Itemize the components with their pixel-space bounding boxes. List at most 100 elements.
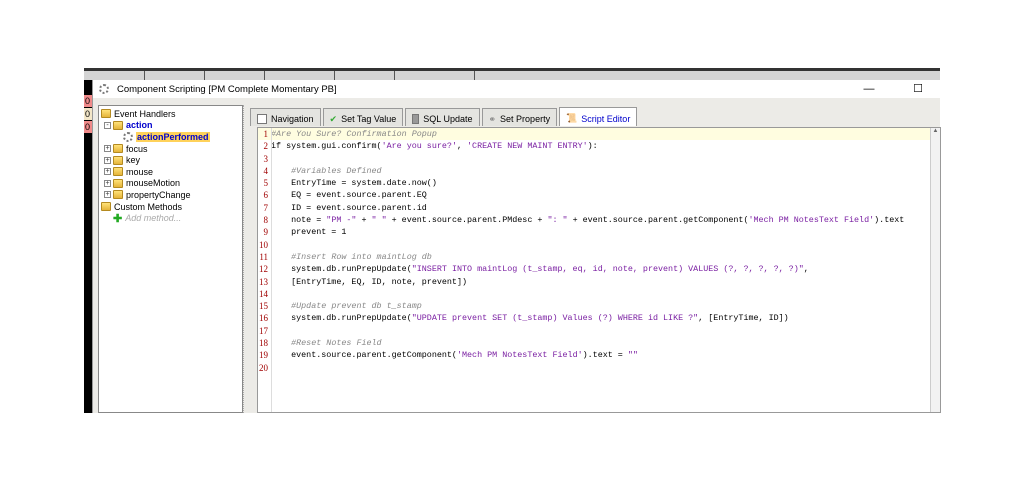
code-line[interactable]: 11 #Insert Row into maintLog db xyxy=(258,251,940,263)
code-text: #Update prevent db t_stamp xyxy=(291,301,422,312)
line-number: 5 xyxy=(263,178,269,189)
code-text: system.db.runPrepUpdate("INSERT INTO mai… xyxy=(271,264,809,275)
code-line[interactable]: 14 xyxy=(258,288,940,300)
code-line[interactable]: 13 [EntryTime, EQ, ID, note, prevent]) xyxy=(258,276,940,288)
line-number: 1 xyxy=(263,129,269,139)
code-line[interactable]: 20 xyxy=(258,362,940,374)
line-number: 12 xyxy=(259,264,268,275)
expand-icon[interactable]: + xyxy=(104,191,111,199)
folder-gear-icon xyxy=(113,155,123,165)
code-text: #Are You Sure? Confirmation Popup xyxy=(271,129,437,139)
code-line[interactable]: 8 note = "PM -" + " " + event.source.par… xyxy=(258,214,940,226)
line-number: 11 xyxy=(259,251,268,262)
action-tabs: Navigation ✔ Set Tag Value SQL Update ⚭ Se… xyxy=(250,107,639,126)
code-text: EQ = event.source.parent.EQ xyxy=(271,190,427,201)
folder-gear-icon xyxy=(113,190,123,200)
code-line[interactable]: 12 system.db.runPrepUpdate("INSERT INTO … xyxy=(258,263,940,275)
code-line[interactable]: 17 xyxy=(258,325,940,337)
line-number: 18 xyxy=(259,338,268,349)
tree-label: propertyChange xyxy=(126,189,191,200)
maximize-button[interactable]: ☐ xyxy=(908,82,928,96)
window-icon xyxy=(257,114,267,124)
code-text: #Insert Row into maintLog db xyxy=(291,251,432,262)
code-text: [EntryTime, EQ, ID, note, prevent]) xyxy=(271,276,468,287)
code-line[interactable]: 5 EntryTime = system.date.now() xyxy=(258,177,940,189)
line-number: 15 xyxy=(259,301,268,312)
vertical-scrollbar[interactable]: ▲ xyxy=(930,128,940,412)
code-line[interactable]: 1 #Are You Sure? Confirmation Popup xyxy=(258,128,940,141)
line-number: 20 xyxy=(259,362,268,373)
script-icon: 📜 xyxy=(566,113,578,123)
code-area[interactable]: 1 #Are You Sure? Confirmation Popup 2 if sy… xyxy=(258,128,940,374)
gear-icon xyxy=(99,84,109,94)
tree-add-method[interactable]: ✚ Add method... xyxy=(101,212,242,225)
code-text: note = "PM -" + " " + event.source.paren… xyxy=(271,215,905,226)
code-text: prevent = 1 xyxy=(271,227,347,238)
script-editor[interactable]: 1 #Are You Sure? Confirmation Popup 2 if sy… xyxy=(257,127,941,413)
line-number: 6 xyxy=(263,190,269,201)
code-line[interactable]: 10 xyxy=(258,239,940,251)
expand-icon[interactable]: + xyxy=(104,156,111,164)
line-number: 9 xyxy=(263,227,269,238)
tab-label: Navigation xyxy=(271,114,314,124)
tree-action[interactable]: - action xyxy=(101,120,242,132)
tab-navigation[interactable]: Navigation xyxy=(250,108,321,126)
tree-label: actionPerformed xyxy=(136,131,210,142)
code-line[interactable]: 15 #Update prevent db t_stamp xyxy=(258,300,940,312)
expand-icon[interactable]: + xyxy=(104,179,111,187)
tab-set-tag-value[interactable]: ✔ Set Tag Value xyxy=(322,108,404,126)
collapse-icon[interactable]: - xyxy=(104,121,111,129)
expand-icon[interactable]: + xyxy=(104,168,111,176)
tree-label: key xyxy=(126,155,141,166)
line-number: 2 xyxy=(263,141,269,152)
tab-script-editor[interactable]: 📜 Script Editor xyxy=(559,107,638,126)
line-number: 7 xyxy=(263,202,269,213)
code-text: ID = event.source.parent.id xyxy=(271,202,427,213)
tab-sql-update[interactable]: SQL Update xyxy=(405,108,480,126)
line-number: 16 xyxy=(259,313,268,324)
code-text: event.source.parent.getComponent('Mech P… xyxy=(271,350,638,361)
tree-property-change[interactable]: + propertyChange xyxy=(101,189,242,201)
tree-key[interactable]: + key xyxy=(101,154,242,166)
code-line[interactable]: 4 #Variables Defined xyxy=(258,165,940,177)
code-line[interactable]: 18 #Reset Notes Field xyxy=(258,337,940,349)
database-icon xyxy=(412,114,420,124)
line-number: 3 xyxy=(263,153,269,164)
tree-mouse-motion[interactable]: + mouseMotion xyxy=(101,178,242,190)
tab-set-property[interactable]: ⚭ Set Property xyxy=(481,108,558,126)
tree-label: mouse xyxy=(126,166,154,177)
background-cell: 0 xyxy=(84,121,92,133)
background-cell: 0 xyxy=(84,95,92,107)
code-text: system.db.runPrepUpdate("UPDATE prevent … xyxy=(271,313,789,324)
gear-icon xyxy=(123,131,133,142)
tree-label: focus xyxy=(126,143,148,154)
line-number: 8 xyxy=(263,215,269,226)
code-line[interactable]: 6 EQ = event.source.parent.EQ xyxy=(258,189,940,201)
folder-icon xyxy=(101,202,111,212)
component-scripting-window: Component Scripting [PM Complete Momenta… xyxy=(92,80,941,413)
tab-label: Script Editor xyxy=(581,113,631,124)
tree-custom-methods[interactable]: Custom Methods xyxy=(101,201,242,213)
background-cell: 0 xyxy=(84,108,92,120)
code-line[interactable]: 2 if system.gui.confirm('Are you sure?', … xyxy=(258,140,940,152)
tab-label: Set Tag Value xyxy=(341,114,397,124)
code-line[interactable]: 16 system.db.runPrepUpdate("UPDATE preve… xyxy=(258,312,940,324)
background-table-header xyxy=(84,68,940,80)
minimize-button[interactable]: — xyxy=(859,82,879,96)
code-line[interactable]: 9 prevent = 1 xyxy=(258,226,940,238)
splitter-handle[interactable] xyxy=(243,105,249,413)
tree-action-performed[interactable]: actionPerformed xyxy=(101,131,242,143)
code-line[interactable]: 19 event.source.parent.getComponent('Mec… xyxy=(258,349,940,361)
plus-icon: ✚ xyxy=(113,212,123,225)
tree-label: action xyxy=(126,120,153,131)
gutter-divider xyxy=(271,128,272,412)
tree-event-handlers[interactable]: Event Handlers xyxy=(101,108,242,120)
code-line[interactable]: 7 ID = event.source.parent.id xyxy=(258,202,940,214)
code-text: #Variables Defined xyxy=(291,165,382,176)
scroll-up-icon[interactable]: ▲ xyxy=(931,128,940,138)
tree-mouse[interactable]: + mouse xyxy=(101,166,242,178)
tree-focus[interactable]: + focus xyxy=(101,143,242,155)
expand-icon[interactable]: + xyxy=(104,145,111,153)
code-line[interactable]: 3 xyxy=(258,153,940,165)
event-tree: Event Handlers - action actionPerformed +… xyxy=(98,105,243,413)
